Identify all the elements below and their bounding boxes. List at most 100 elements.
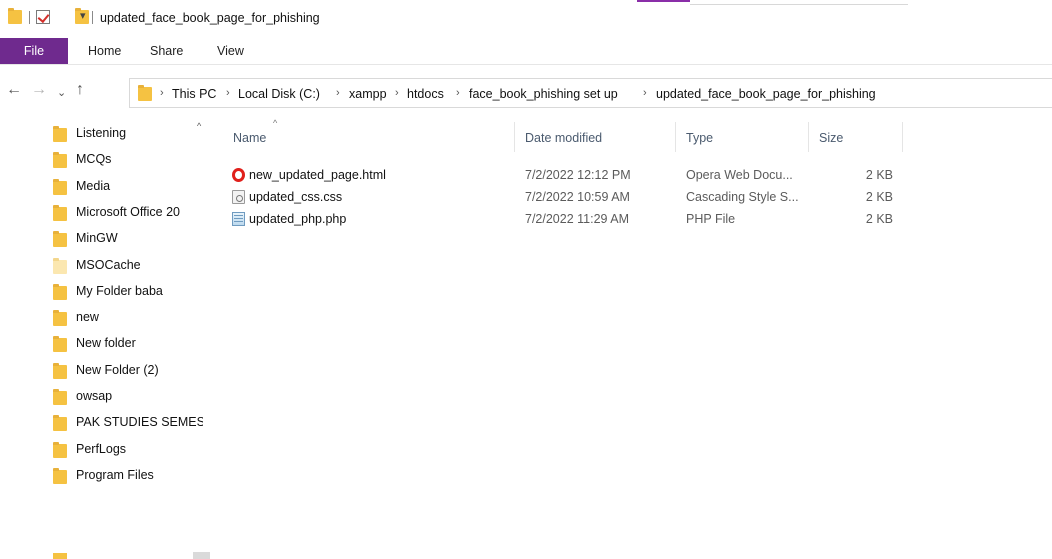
up-arrow-icon[interactable]: ↑ (76, 80, 84, 100)
chevron-right-icon[interactable]: › (643, 87, 647, 99)
window-title: updated_face_book_page_for_phishing (100, 11, 320, 25)
file-type: Cascading Style S... (686, 190, 799, 204)
tab-home[interactable]: Home (88, 44, 121, 58)
nav-item[interactable]: My Folder baba (53, 281, 203, 303)
nav-item[interactable]: PerfLogs (53, 439, 203, 461)
css-file-icon (232, 190, 245, 204)
forward-arrow-icon[interactable]: → (31, 80, 47, 100)
nav-item-label: New folder (76, 336, 136, 351)
file-name: new_updated_page.html (249, 168, 386, 182)
file-type: PHP File (686, 212, 736, 226)
chevron-right-icon[interactable]: › (336, 87, 340, 99)
properties-check-icon[interactable] (36, 10, 50, 24)
folder-icon (53, 152, 67, 169)
breadcrumb-phishing-setup[interactable]: face_book_phishing set up (469, 87, 618, 101)
recent-locations-chevron-icon[interactable]: ⌄ (57, 83, 66, 103)
nav-item[interactable]: New Folder (2) (53, 360, 203, 382)
separator (29, 11, 30, 24)
nav-item-label: new (76, 310, 99, 325)
file-row[interactable]: updated_css.css 7/2/2022 10:59 AM Cascadin… (221, 186, 921, 208)
nav-item[interactable]: new (53, 307, 203, 329)
opera-icon (232, 168, 245, 182)
divider (690, 4, 908, 5)
nav-item-label: owsap (76, 389, 113, 403)
folder-icon (53, 389, 67, 405)
breadcrumb-this-pc[interactable]: This PC (172, 87, 216, 101)
nav-item-label: My Folder baba (76, 283, 163, 298)
nav-item[interactable]: Microsoft Office 20 (53, 202, 203, 224)
column-name[interactable]: Name (233, 131, 266, 145)
file-date-modified: 7/2/2022 11:29 AM (525, 212, 630, 226)
file-size: 2 KB (865, 212, 893, 226)
nav-item[interactable]: Listening (53, 123, 203, 145)
nav-item-label: New Folder (2) (76, 362, 159, 377)
folder-icon (53, 231, 67, 248)
nav-item[interactable]: PAK STUDIES SEMES (53, 412, 203, 434)
folder-icon (53, 126, 67, 142)
file-row[interactable]: new_updated_page.html 7/2/2022 12:12 PM Op… (221, 164, 921, 186)
address-row: ← → ⌄ ↑ › This PC › Local Disk (C:) › xa… (0, 78, 1052, 108)
accent-line (637, 0, 690, 2)
column-size[interactable]: Size (819, 131, 843, 145)
breadcrumb-current-folder[interactable]: updated_face_book_page_for_phishing (656, 87, 876, 101)
file-date-modified: 7/2/2022 10:59 AM (525, 190, 630, 204)
file-name: updated_php.php (249, 212, 347, 226)
file-row[interactable]: updated_php.php 7/2/2022 11:29 AM PHP File… (221, 208, 921, 230)
column-type[interactable]: Type (686, 131, 713, 145)
sort-up-icon: ^ (273, 118, 278, 128)
folder-icon (138, 85, 152, 101)
column-date-modified[interactable]: Date modified (525, 131, 602, 145)
php-file-icon (232, 212, 245, 226)
nav-item-label: MinGW (76, 231, 118, 246)
chevron-right-icon[interactable]: › (226, 87, 230, 99)
folder-icon (53, 310, 67, 327)
customize-quick-access-arrow-icon[interactable]: ▾ (80, 9, 86, 22)
breadcrumb-local-disk[interactable]: Local Disk (C:) (238, 87, 320, 101)
folder-icon (53, 362, 67, 379)
nav-item-label: MCQs (76, 152, 112, 167)
tab-share[interactable]: Share (150, 44, 183, 58)
nav-item[interactable]: Program Files (53, 465, 203, 487)
ribbon-tabs: File Home Share View (0, 38, 1052, 64)
nav-item-label: Listening (76, 126, 127, 140)
folder-icon (53, 178, 67, 195)
folder-icon (53, 336, 67, 353)
title-bar: ▾ updated_face_book_page_for_phishing (0, 0, 1052, 34)
back-arrow-icon[interactable]: ← (6, 80, 22, 100)
tab-view[interactable]: View (217, 44, 244, 58)
chevron-right-icon[interactable]: › (456, 87, 460, 99)
nav-item[interactable]: Media (53, 176, 203, 198)
folder-icon (53, 204, 67, 221)
nav-item[interactable]: owsap (53, 386, 203, 408)
nav-item[interactable]: MSOCache (53, 255, 203, 277)
nav-item[interactable]: MCQs (53, 149, 203, 171)
file-name: updated_css.css (249, 190, 343, 204)
file-size: 2 KB (865, 190, 893, 204)
nav-item-label: Program Files (76, 467, 154, 482)
nav-item-label: Media (76, 178, 111, 193)
column-divider[interactable] (675, 122, 676, 152)
folder-icon (53, 553, 67, 559)
scrollbar-thumb[interactable] (193, 552, 210, 559)
folder-icon (53, 441, 67, 458)
breadcrumb-xampp[interactable]: xampp (349, 87, 387, 101)
folder-icon (8, 8, 22, 24)
nav-item-label: PerfLogs (76, 441, 127, 456)
breadcrumb-htdocs[interactable]: htdocs (407, 87, 444, 101)
chevron-right-icon[interactable]: › (395, 87, 399, 99)
nav-item[interactable]: MinGW (53, 228, 203, 250)
tab-file[interactable]: File (0, 38, 68, 64)
address-bar[interactable]: › This PC › Local Disk (C:) › xampp › ht… (129, 78, 1052, 108)
column-divider[interactable] (808, 122, 809, 152)
file-date-modified: 7/2/2022 12:12 PM (525, 168, 631, 182)
column-divider[interactable] (514, 122, 515, 152)
nav-item-label: MSOCache (76, 257, 141, 272)
chevron-right-icon[interactable]: › (160, 87, 164, 99)
column-divider[interactable] (902, 122, 903, 152)
file-size: 2 KB (865, 168, 893, 182)
folder-light-icon (53, 257, 67, 274)
folder-icon (53, 415, 67, 432)
nav-item[interactable]: New folder (53, 333, 203, 355)
file-type: Opera Web Docu... (686, 168, 793, 182)
separator (92, 11, 93, 24)
